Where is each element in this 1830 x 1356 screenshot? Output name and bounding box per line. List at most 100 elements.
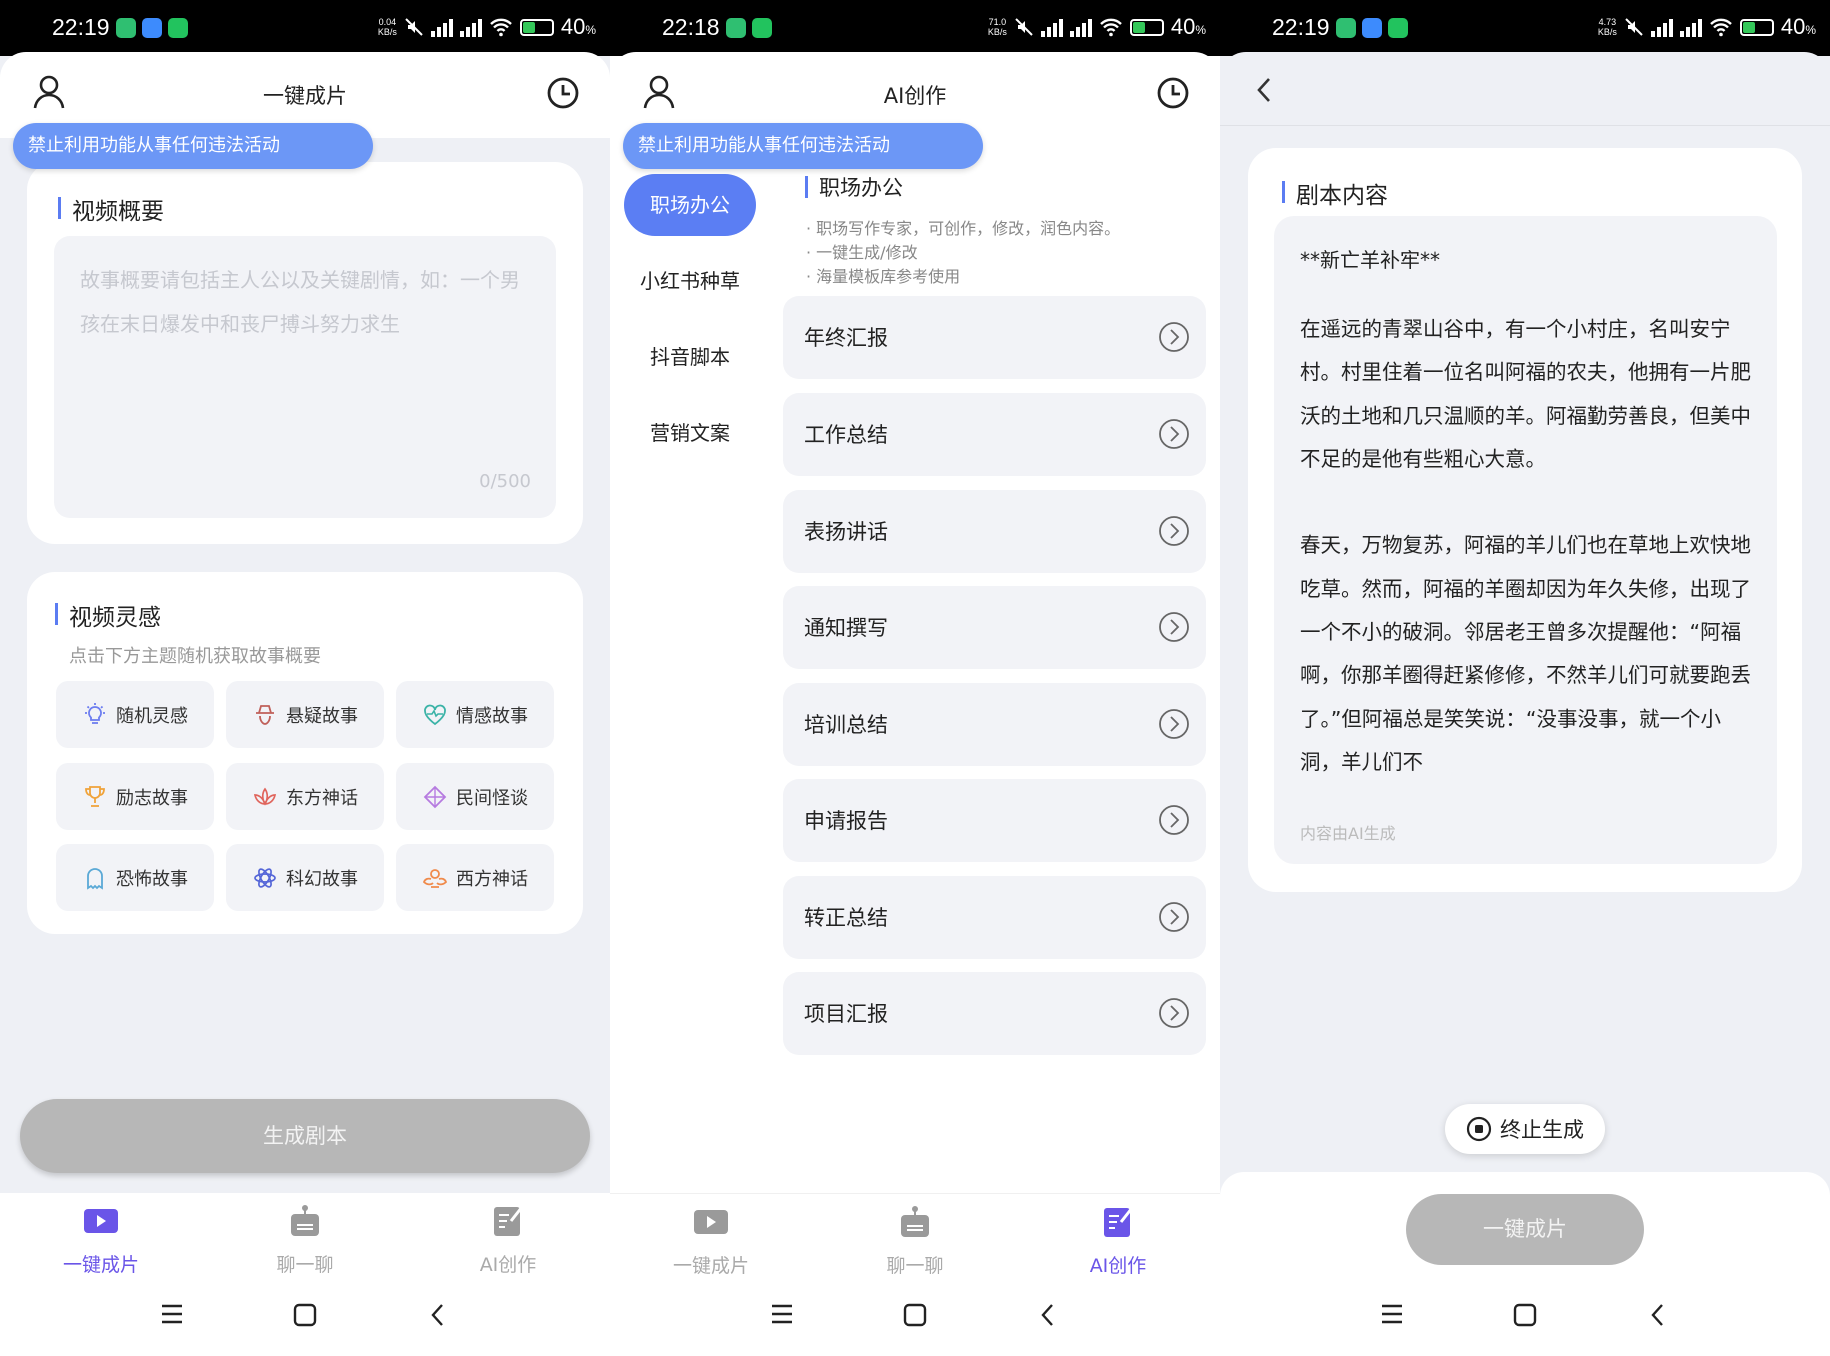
atom-icon xyxy=(254,867,276,888)
sidebar-item-douyin[interactable]: 抖音脚本 xyxy=(624,326,756,388)
chip-label: 民间怪谈 xyxy=(456,787,528,809)
category-title: 职场办公 xyxy=(805,172,903,202)
bulb-icon xyxy=(85,702,105,724)
one-click-video-button[interactable]: 一键成片 xyxy=(1406,1194,1644,1265)
script-content: **新亡羊补牢** 在遥远的青翠山谷中，有一个小村庄，名叫安宁村。村里住着一位名… xyxy=(1274,216,1777,864)
page-title: AI创作 xyxy=(883,84,947,108)
back-icon[interactable] xyxy=(1038,1303,1058,1327)
mute-icon xyxy=(1625,18,1643,36)
signal-icon xyxy=(1650,17,1673,37)
category-desc-line: · 一键生成/修改 xyxy=(806,243,918,262)
tab-chat[interactable]: 聊一聊 xyxy=(845,1204,985,1278)
network-speed: 71.0 KB/s xyxy=(988,17,1007,37)
script-section-title: 剧本内容 xyxy=(1282,176,1388,210)
tab-ai-create[interactable]: AI创作 xyxy=(438,1203,578,1277)
menu-icon[interactable] xyxy=(1380,1303,1404,1325)
wechat-notification-icon xyxy=(752,18,772,38)
chip-folk-tale[interactable]: 民间怪谈 xyxy=(396,763,554,830)
chip-random-inspiration[interactable]: 随机灵感 xyxy=(56,681,214,748)
summary-input[interactable]: 故事概要请包括主人公以及关键剧情，如：一个男孩在末日爆发中和丧尸搏斗努力求生 0… xyxy=(54,236,556,518)
template-item[interactable]: 申请报告 xyxy=(783,779,1206,862)
angel-icon xyxy=(422,868,448,888)
back-icon[interactable] xyxy=(428,1303,448,1327)
app-notification-icon xyxy=(1362,18,1382,38)
template-item[interactable]: 表扬讲话 xyxy=(783,490,1206,573)
tab-label: AI创作 xyxy=(1089,1255,1147,1277)
app-notification-icon xyxy=(116,18,136,38)
chip-inspirational-story[interactable]: 励志故事 xyxy=(56,763,214,830)
back-arrow-icon[interactable] xyxy=(1254,76,1274,104)
tab-label: 聊一聊 xyxy=(276,1254,334,1276)
tab-ai-create[interactable]: AI创作 xyxy=(1048,1204,1188,1278)
lantern-icon xyxy=(423,785,447,808)
tab-label: AI创作 xyxy=(479,1254,537,1276)
edit-doc-icon xyxy=(1104,1207,1134,1237)
heart-icon xyxy=(424,704,446,725)
battery-percent: 40% xyxy=(1171,14,1206,40)
signal-icon xyxy=(459,17,482,37)
back-icon[interactable] xyxy=(1648,1303,1668,1327)
app-header xyxy=(1220,52,1830,126)
notification-icons xyxy=(1336,18,1408,38)
home-icon[interactable] xyxy=(1513,1303,1537,1327)
battery-percent: 40% xyxy=(561,14,596,40)
battery-percent: 40% xyxy=(1781,14,1816,40)
warning-banner: 禁止利用功能从事任何违法活动 xyxy=(13,123,373,169)
status-bar: 22:19 4.73 KB/s 40% xyxy=(1220,0,1830,56)
template-item[interactable]: 培训总结 xyxy=(783,683,1206,766)
percent-sign: % xyxy=(585,23,596,37)
menu-icon[interactable] xyxy=(160,1303,184,1325)
home-icon[interactable] xyxy=(293,1303,317,1327)
battery-value: 40 xyxy=(1780,14,1806,39)
history-clock-icon[interactable] xyxy=(546,76,580,110)
tab-label: 一键成片 xyxy=(62,1254,139,1276)
chip-mystery-story[interactable]: 悬疑故事 xyxy=(226,681,384,748)
chip-western-myth[interactable]: 西方神话 xyxy=(396,844,554,911)
chip-emotion-story[interactable]: 情感故事 xyxy=(396,681,554,748)
category-desc-line: · 职场写作专家，可创作，修改，润色内容。 xyxy=(806,219,1121,238)
chevron-right-circle-icon xyxy=(1159,322,1189,352)
speed-unit: KB/s xyxy=(987,27,1007,37)
tab-label: 聊一聊 xyxy=(886,1255,944,1277)
template-item[interactable]: 项目汇报 xyxy=(783,972,1206,1055)
screen-one-click-video: 22:19 0.04 KB/s 40% 一键成片 禁止利用功能从事任何违法活动 视… xyxy=(0,0,610,1356)
template-item[interactable]: 转正总结 xyxy=(783,876,1206,959)
speed-value: 0.04 xyxy=(378,17,397,27)
status-right: 71.0 KB/s 40% xyxy=(988,14,1206,40)
page-title: 一键成片 xyxy=(263,84,347,108)
signal-icon xyxy=(430,17,453,37)
history-clock-icon[interactable] xyxy=(1156,76,1190,110)
wifi-icon xyxy=(489,18,512,37)
robot-icon xyxy=(291,1205,319,1236)
chip-eastern-myth[interactable]: 东方神话 xyxy=(226,763,384,830)
mute-icon xyxy=(1015,18,1033,36)
chevron-right-circle-icon xyxy=(1159,902,1189,932)
status-bar: 22:18 71.0 KB/s 40% xyxy=(610,0,1220,56)
bottom-tab-bar: 一键成片 聊一聊 AI创作 xyxy=(0,1193,610,1283)
chip-horror-story[interactable]: 恐怖故事 xyxy=(56,844,214,911)
tab-one-click-video[interactable]: 一键成片 xyxy=(641,1204,781,1278)
lotus-icon xyxy=(253,787,277,806)
chip-label: 励志故事 xyxy=(116,787,188,809)
tab-chat[interactable]: 聊一聊 xyxy=(235,1203,375,1277)
signal-icon xyxy=(1069,17,1092,37)
chip-label: 情感故事 xyxy=(456,705,528,727)
chip-scifi-story[interactable]: 科幻故事 xyxy=(226,844,384,911)
template-item[interactable]: 通知撰写 xyxy=(783,586,1206,669)
tab-one-click-video[interactable]: 一键成片 xyxy=(31,1203,171,1277)
sidebar-item-office[interactable]: 职场办公 xyxy=(624,174,756,236)
template-item[interactable]: 年终汇报 xyxy=(783,296,1206,379)
sidebar-item-xiaohongshu[interactable]: 小红书种草 xyxy=(624,250,756,312)
stop-generation-button[interactable]: 终止生成 xyxy=(1445,1104,1605,1154)
char-count: 0/500 xyxy=(479,471,531,492)
home-icon[interactable] xyxy=(903,1303,927,1327)
screen-ai-create: 22:18 71.0 KB/s 40% AI创作 禁止利用功能从事任何违法活动 职… xyxy=(610,0,1220,1356)
trophy-icon xyxy=(85,785,105,807)
generate-script-button[interactable]: 生成剧本 xyxy=(20,1099,590,1173)
sidebar-item-marketing[interactable]: 营销文案 xyxy=(624,402,756,464)
menu-icon[interactable] xyxy=(770,1303,794,1325)
status-time: 22:19 xyxy=(52,14,110,40)
summary-card: 视频概要 故事概要请包括主人公以及关键剧情，如：一个男孩在末日爆发中和丧尸搏斗努… xyxy=(27,162,583,544)
screen-script-result: 22:19 4.73 KB/s 40% 剧本内容 **新亡羊补牢** 在遥远的青翠… xyxy=(1220,0,1830,1356)
template-item[interactable]: 工作总结 xyxy=(783,393,1206,476)
